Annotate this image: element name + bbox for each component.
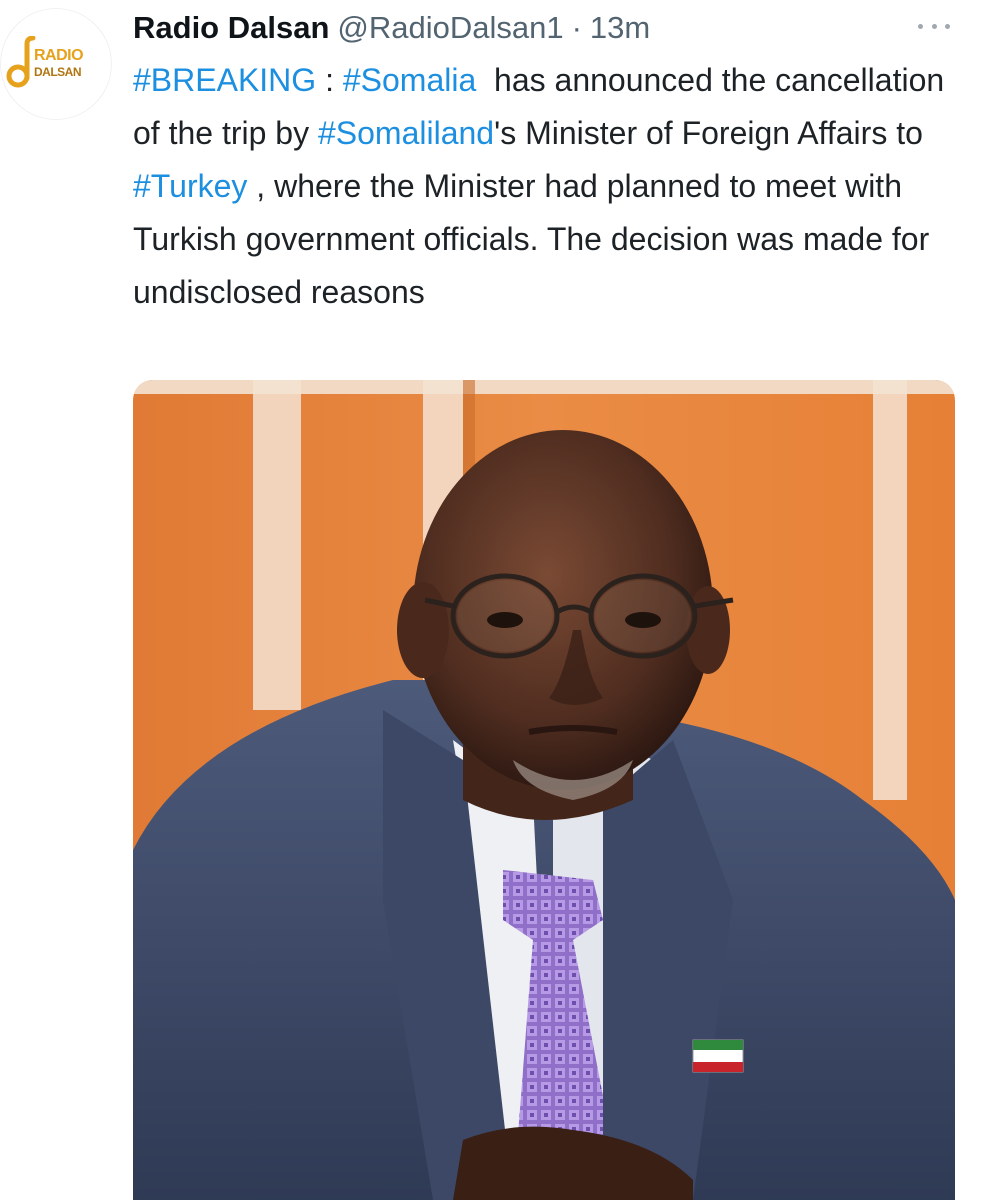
account-handle[interactable]: @RadioDalsan1 [337, 6, 563, 50]
tweet-text-part-2: 's Minister of Foreign Affairs to [494, 115, 923, 151]
tweet-text-colon: : [316, 62, 343, 98]
tweet-text-part-3: , where the Minister had planned to meet… [133, 168, 930, 310]
radio-dalsan-logo-icon [6, 36, 36, 88]
more-options-icon[interactable] [914, 16, 954, 36]
separator-dot: · [571, 10, 582, 45]
portrait-photo-illustration [133, 380, 955, 1200]
hashtag-breaking[interactable]: #BREAKING [133, 62, 316, 98]
tweet[interactable]: RADIO DALSAN Radio Dalsan @RadioDalsan1 … [0, 0, 1006, 1200]
tweet-header: Radio Dalsan @RadioDalsan1 · 13m [133, 6, 650, 50]
hashtag-somalia[interactable]: #Somalia [343, 62, 476, 98]
timestamp[interactable]: 13m [590, 6, 650, 50]
avatar[interactable]: RADIO DALSAN [0, 8, 112, 120]
tweet-photo[interactable] [133, 380, 955, 1200]
hashtag-somaliland[interactable]: #Somaliland [318, 115, 494, 151]
account-name[interactable]: Radio Dalsan [133, 6, 329, 50]
logo-radio-text: RADIO [34, 47, 84, 64]
tweet-text: #BREAKING : #Somalia has announced the c… [133, 54, 953, 319]
hashtag-turkey[interactable]: #Turkey [133, 168, 247, 204]
logo-dalsan-text: DALSAN [34, 65, 82, 79]
